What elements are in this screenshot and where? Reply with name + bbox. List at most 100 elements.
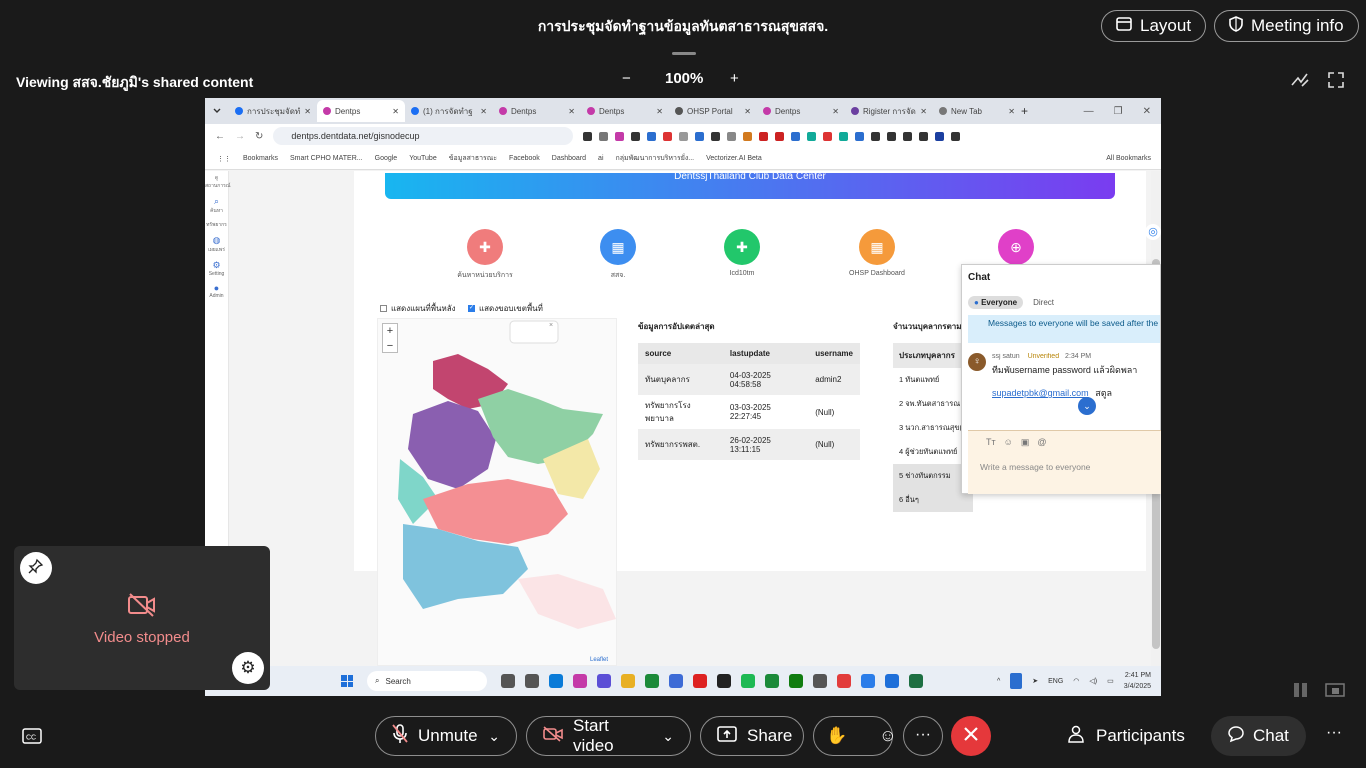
drag-handle[interactable] — [672, 52, 696, 55]
bookmark-item[interactable]: Dashboard — [552, 155, 586, 162]
map-attribution[interactable]: Leaflet — [590, 657, 608, 663]
end-call-button[interactable] — [951, 716, 991, 756]
checkbox-background-map[interactable]: แสดงแผนที่พื้นหลัง — [380, 302, 456, 315]
sidebar-item[interactable]: ทรัพยากร — [205, 218, 228, 232]
fullscreen-icon[interactable] — [1326, 70, 1346, 95]
browser-tab[interactable]: (1) การจัดทำฐ ✕ — [405, 100, 493, 122]
extension-icon[interactable] — [759, 131, 769, 141]
tray-location-icon[interactable]: ➤ — [1032, 677, 1038, 685]
sidebar-item[interactable]: ดูสถานการณ์ — [205, 171, 230, 193]
map[interactable]: + − × Leaflet — [377, 318, 617, 666]
new-tab-button[interactable]: + — [1021, 104, 1041, 118]
start-video-button[interactable]: Start video ⌄ — [526, 716, 691, 756]
map-region[interactable] — [518, 574, 616, 629]
forward-icon[interactable]: → — [235, 131, 245, 142]
close-window-icon[interactable]: ✕ — [1143, 106, 1151, 117]
windows-start-icon[interactable] — [341, 675, 353, 687]
extension-icon[interactable] — [775, 131, 785, 141]
scroll-down-icon[interactable]: ⌄ — [1078, 397, 1096, 415]
extension-icon[interactable] — [647, 131, 657, 141]
browser-tab[interactable]: New Tab ✕ — [933, 100, 1021, 122]
taskbar-app-icon[interactable] — [549, 674, 563, 688]
menu-icon-button[interactable]: ▦ — [859, 229, 895, 265]
extension-icon[interactable] — [935, 131, 945, 141]
taskbar-app-icon[interactable] — [885, 674, 899, 688]
extension-icon[interactable] — [887, 131, 897, 141]
extension-icon[interactable] — [695, 131, 705, 141]
close-tab-icon[interactable]: ✕ — [656, 107, 663, 116]
browser-tab[interactable]: Dentps ✕ — [757, 100, 845, 122]
all-bookmarks[interactable]: All Bookmarks — [1106, 155, 1151, 162]
extension-icon[interactable] — [791, 131, 801, 141]
taskbar-app-icon[interactable] — [909, 674, 923, 688]
captions-icon[interactable]: CC — [22, 727, 42, 750]
taskbar-app-icon[interactable] — [717, 674, 731, 688]
taskbar-app-icon[interactable] — [813, 674, 827, 688]
meeting-info-button[interactable]: Meeting info — [1214, 10, 1359, 42]
extension-icon[interactable] — [711, 131, 721, 141]
extension-icon[interactable] — [615, 131, 625, 141]
participants-button[interactable]: Participants — [1068, 716, 1185, 756]
extension-icon[interactable] — [839, 131, 849, 141]
bookmark-item[interactable]: Facebook — [509, 155, 540, 162]
tab-everyone[interactable]: ● Everyone — [968, 296, 1024, 309]
browser-tab[interactable]: Dentps ✕ — [581, 100, 669, 122]
taskbar-app-icon[interactable] — [501, 674, 515, 688]
extension-icon[interactable] — [663, 131, 673, 141]
emoji-icon[interactable]: ☺ — [1004, 437, 1013, 448]
extension-icon[interactable] — [727, 131, 737, 141]
checkbox-boundary[interactable]: ✓ แสดงขอบเขตพื้นที่ — [468, 302, 543, 315]
pause-icon[interactable] — [1294, 683, 1308, 697]
taskbar-app-icon[interactable] — [837, 674, 851, 688]
close-tab-icon[interactable]: ✕ — [392, 107, 399, 116]
extension-icon[interactable] — [919, 131, 929, 141]
zoom-out-button[interactable]: − — [622, 70, 631, 87]
taskbar-app-icon[interactable] — [861, 674, 875, 688]
close-tab-icon[interactable]: ✕ — [1008, 107, 1015, 116]
taskbar-app-icon[interactable] — [525, 674, 539, 688]
map-zoom-in-button[interactable]: + — [383, 324, 397, 339]
map-zoom-out-button[interactable]: − — [383, 339, 397, 354]
extension-icon[interactable] — [903, 131, 913, 141]
extension-icon[interactable] — [743, 131, 753, 141]
extension-icon[interactable] — [855, 131, 865, 141]
bookmark-item[interactable]: Google — [375, 155, 398, 162]
menu-icon-button[interactable]: ✚ — [467, 229, 503, 265]
checkbox-checked[interactable]: ✓ — [468, 305, 475, 312]
extension-icon[interactable] — [823, 131, 833, 141]
taskbar-app-icon[interactable] — [645, 674, 659, 688]
chevron-down-icon[interactable]: ⌄ — [488, 728, 500, 745]
taskbar-app-icon[interactable] — [573, 674, 587, 688]
close-tab-icon[interactable]: ✕ — [568, 107, 575, 116]
taskbar-clock[interactable]: 2:41 PM 3/4/2025 — [1124, 670, 1151, 692]
chevron-down-icon[interactable]: ⌄ — [662, 728, 674, 745]
browser-tab[interactable]: OHSP Portal ✕ — [669, 100, 757, 122]
more-options-button[interactable]: ··· — [903, 716, 943, 756]
menu-icon-button[interactable]: ▦ — [600, 229, 636, 265]
extension-icon[interactable] — [679, 131, 689, 141]
back-icon[interactable]: ← — [215, 131, 225, 142]
maximize-window-icon[interactable]: ❐ — [1114, 106, 1123, 117]
taskbar-app-icon[interactable] — [789, 674, 803, 688]
close-tab-icon[interactable]: ✕ — [304, 107, 311, 116]
wifi-icon[interactable]: ◠ — [1073, 677, 1079, 685]
bookmark-item[interactable]: Smart CPHO MATER... — [290, 155, 363, 162]
extension-icon[interactable] — [871, 131, 881, 141]
extension-icon[interactable] — [631, 131, 641, 141]
tab-search-icon[interactable] — [205, 106, 229, 116]
bookmark-item[interactable]: Vectorizer.AI Beta — [706, 155, 762, 162]
menu-icon-button[interactable]: ⊕ — [998, 229, 1034, 265]
taskbar-app-icon[interactable] — [741, 674, 755, 688]
browser-tab[interactable]: Dentps ✕ — [493, 100, 581, 122]
close-tab-icon[interactable]: ✕ — [832, 107, 839, 116]
sidebar-item[interactable]: ◍ เผยแพร่ — [205, 232, 228, 257]
bookmark-item[interactable]: Bookmarks — [243, 155, 278, 162]
taskbar-app-icon[interactable] — [621, 674, 635, 688]
bookmark-item[interactable]: ai — [598, 155, 603, 162]
message-link[interactable]: supadetpbk@gmail.com — [992, 388, 1089, 398]
sidebar-item[interactable]: ⌕ ค้นหา — [205, 193, 228, 218]
chat-button[interactable]: Chat — [1211, 716, 1306, 756]
taskbar-app-icon[interactable] — [765, 674, 779, 688]
taskbar-app-icon[interactable] — [597, 674, 611, 688]
extension-icon[interactable] — [599, 131, 609, 141]
